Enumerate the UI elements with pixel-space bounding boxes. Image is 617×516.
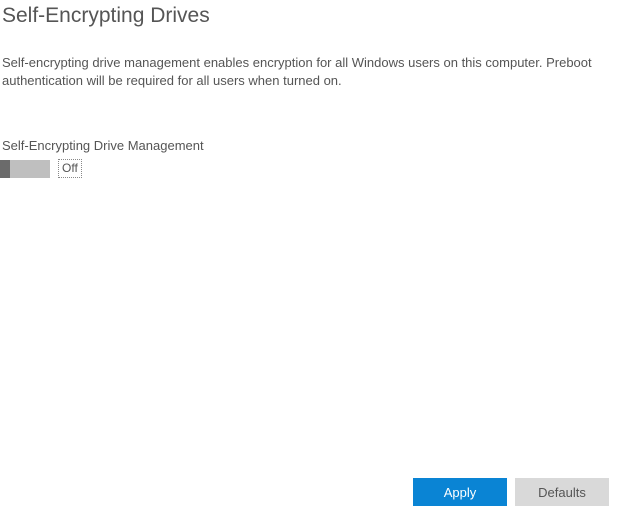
page-title: Self-Encrypting Drives bbox=[0, 0, 617, 28]
apply-button[interactable]: Apply bbox=[413, 478, 507, 506]
toggle-state-label: Off bbox=[58, 159, 82, 177]
section-label: Self-Encrypting Drive Management bbox=[0, 90, 617, 153]
toggle-row: Off bbox=[0, 153, 617, 177]
sed-management-toggle[interactable] bbox=[0, 160, 50, 178]
defaults-button[interactable]: Defaults bbox=[515, 478, 609, 506]
description-text: Self-encrypting drive management enables… bbox=[0, 28, 617, 90]
toggle-knob bbox=[0, 160, 10, 178]
button-bar: Apply Defaults bbox=[413, 478, 609, 506]
